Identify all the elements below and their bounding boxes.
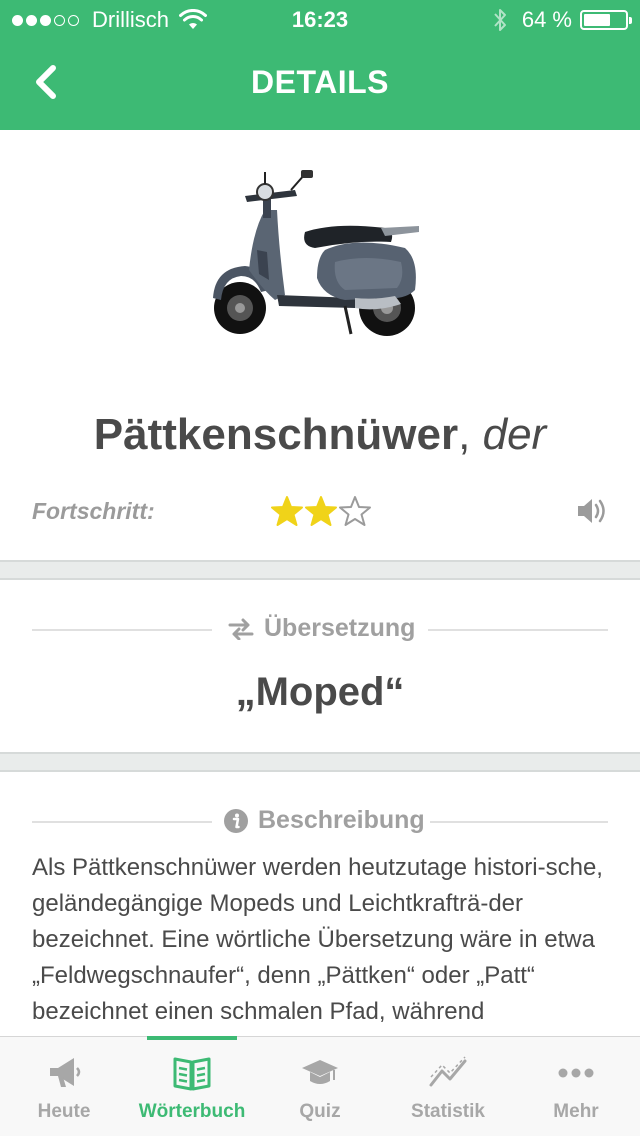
battery-percent: 64 % [521, 7, 572, 32]
info-icon [224, 808, 248, 833]
description-header-text: Beschreibung [258, 806, 425, 834]
header-rule [32, 821, 212, 823]
book-icon [173, 1057, 211, 1091]
header-rule [430, 821, 608, 823]
back-button[interactable] [22, 58, 70, 106]
word-comma: , [458, 410, 471, 459]
section-divider [0, 752, 640, 772]
progress-stars [270, 494, 372, 528]
tab-woerterbuch[interactable]: Wörterbuch [128, 1037, 256, 1136]
description-section: Beschreibung Als Pättkenschnüwer werden … [0, 772, 640, 1036]
tab-label: Wörterbuch [138, 1101, 246, 1122]
word-text: Pättkenschnüwer [93, 410, 459, 459]
page-title: DETAILS [250, 64, 389, 100]
status-right: 64 % [492, 7, 632, 33]
tab-label: Heute [37, 1101, 91, 1122]
tab-quiz[interactable]: Quiz [256, 1037, 384, 1136]
app-header: Drillisch 16:23 64 % DETAILS [0, 0, 640, 130]
battery-level [584, 14, 610, 26]
translation-section: Übersetzung „Moped“ [0, 580, 640, 752]
tab-label: Statistik [411, 1101, 485, 1122]
swap-arrows-icon [228, 618, 254, 640]
description-header: Beschreibung [0, 802, 640, 842]
star-filled-icon [271, 496, 303, 526]
tab-label: Mehr [553, 1101, 599, 1122]
tab-statistik[interactable]: Statistik [384, 1037, 512, 1136]
battery-icon [580, 10, 632, 30]
tab-bar: Heute Wörterbuch Quiz Statistik Mehr [0, 1036, 640, 1136]
bluetooth-icon [494, 9, 506, 31]
section-divider [0, 560, 640, 580]
word-card: Pättkenschnüwer, der Fortschritt: [0, 130, 640, 560]
megaphone-icon [50, 1058, 81, 1087]
header-rule [32, 629, 212, 631]
description-header-label: Beschreibung [224, 806, 425, 835]
word-heading: Pättkenschnüwer, der [0, 410, 640, 460]
word-article: der [482, 410, 547, 459]
progress-label: Fortschritt: [32, 498, 155, 524]
chart-line-icon [429, 1056, 467, 1087]
scooter-image [213, 170, 419, 336]
translation-header: Übersetzung [0, 610, 640, 650]
tab-heute[interactable]: Heute [0, 1037, 128, 1136]
translation-text: „Moped“ [235, 670, 405, 714]
tab-label: Quiz [299, 1101, 341, 1122]
battery-tip [629, 17, 632, 24]
header-rule [428, 629, 608, 631]
translation-header-text: Übersetzung [264, 614, 416, 642]
tab-mehr[interactable]: Mehr [512, 1037, 640, 1136]
graduation-cap-icon [302, 1060, 338, 1084]
star-filled-icon [305, 496, 337, 526]
chevron-left-icon [36, 65, 56, 99]
star-empty-icon [339, 496, 371, 526]
navigation-bar: DETAILS [0, 40, 640, 130]
description-text: Als Pättkenschnüwer werden heutzutage hi… [32, 854, 603, 1025]
translation-header-label: Übersetzung [228, 614, 415, 643]
more-dots-icon [558, 1068, 594, 1078]
status-bar: Drillisch 16:23 64 % [0, 0, 640, 40]
speaker-icon [578, 499, 605, 523]
play-audio-button[interactable] [574, 494, 610, 528]
